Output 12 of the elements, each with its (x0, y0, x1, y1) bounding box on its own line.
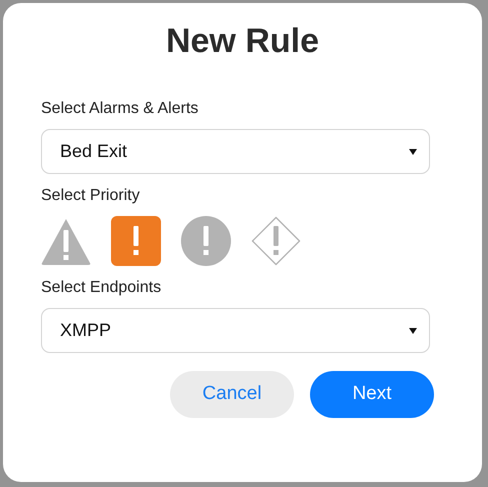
circle-priority-icon[interactable] (181, 216, 231, 266)
field-label: Select Priority (41, 186, 140, 206)
dropdown[interactable]: Bed Exit (41, 129, 430, 174)
diamond-priority-icon[interactable] (251, 216, 301, 266)
field-label: Select Alarms & Alerts (41, 99, 198, 119)
field-label: Select Endpoints (41, 278, 162, 298)
caret-icon (409, 148, 417, 154)
dropdown[interactable]: XMPP (41, 308, 430, 353)
square-priority-icon[interactable] (111, 216, 161, 266)
caret-icon (409, 328, 417, 334)
next-button[interactable]: Next (310, 371, 434, 418)
dialog-title: New Rule (164, 21, 320, 61)
